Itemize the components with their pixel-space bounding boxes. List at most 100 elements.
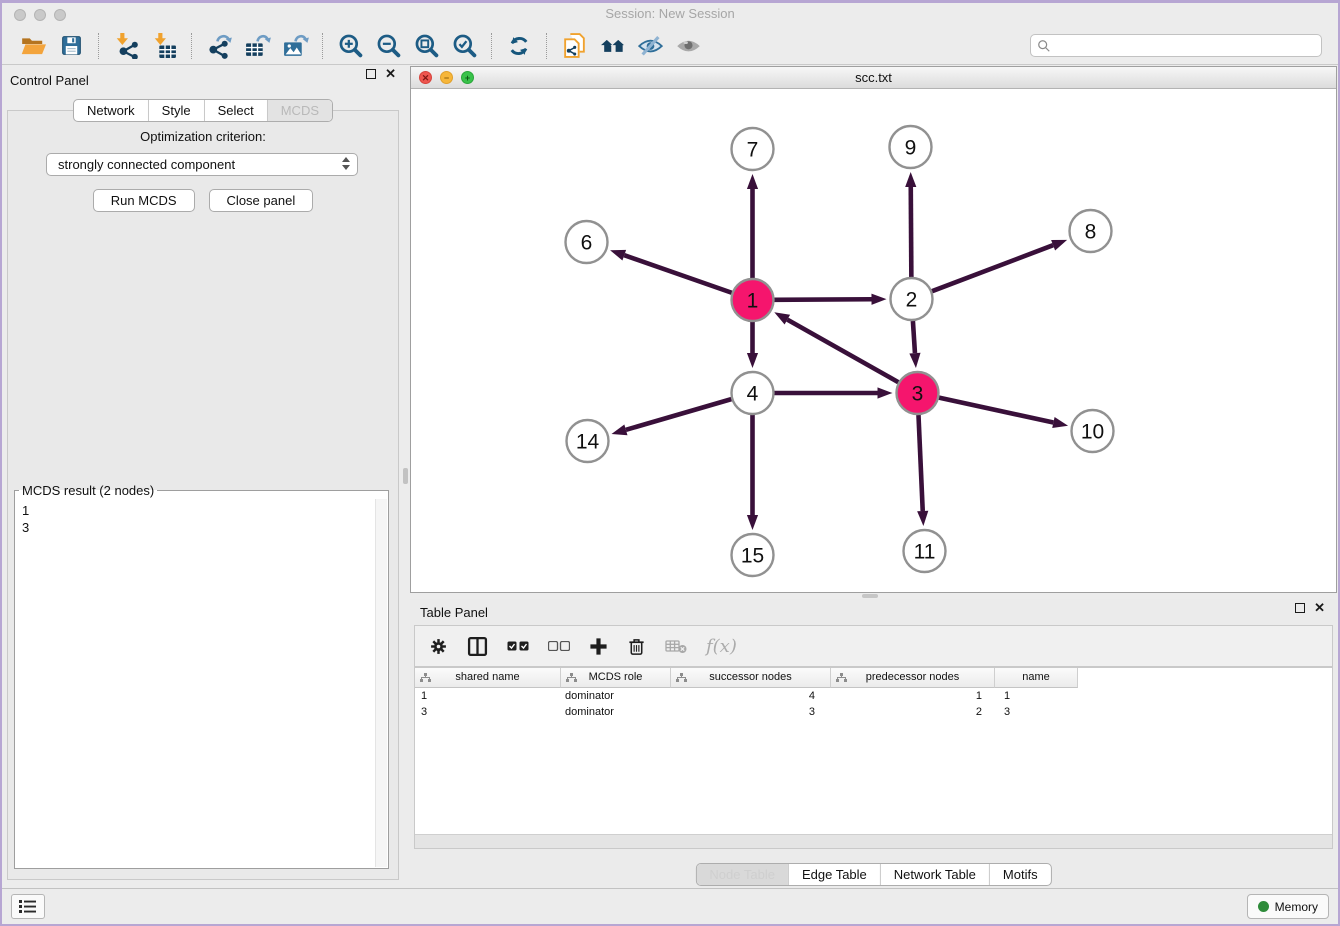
graph-edge-3-10[interactable] — [939, 398, 1068, 428]
column-type-icon — [836, 673, 847, 683]
graph-edge-1-7[interactable] — [747, 174, 758, 278]
table-tab-network-table[interactable]: Network Table — [880, 864, 989, 885]
column-header-successor-nodes[interactable]: successor nodes — [671, 668, 831, 688]
vertical-splitter-handle[interactable] — [403, 468, 408, 484]
column-header-predecessor-nodes[interactable]: predecessor nodes — [831, 668, 995, 688]
graph-edge-3-1[interactable] — [774, 312, 898, 382]
export-image-icon[interactable] — [280, 31, 310, 61]
save-session-icon[interactable] — [56, 31, 86, 61]
tab-mcds[interactable]: MCDS — [267, 100, 332, 121]
tab-style[interactable]: Style — [148, 100, 204, 121]
graph-node-2[interactable]: 2 — [891, 278, 933, 320]
control-panel-tabs: NetworkStyleSelectMCDS — [73, 99, 333, 122]
duplicate-network-icon[interactable] — [559, 31, 589, 61]
memory-button[interactable]: Memory — [1247, 894, 1329, 919]
hide-selected-icon[interactable] — [635, 31, 665, 61]
network-canvas[interactable]: 7 9 6 8 1 2 4 3 14 10 15 11 — [411, 89, 1336, 592]
table-cell[interactable]: dominator — [561, 706, 671, 718]
table-row[interactable]: 1dominator411 — [415, 688, 1332, 704]
table-cell[interactable]: 3 — [995, 706, 1078, 718]
search-field[interactable] — [1030, 34, 1322, 57]
export-table-icon[interactable] — [242, 31, 272, 61]
table-tab-node-table[interactable]: Node Table — [696, 864, 788, 885]
table-cell[interactable]: 4 — [671, 690, 831, 702]
zoom-selected-icon[interactable] — [449, 31, 479, 61]
graph-edge-2-9[interactable] — [905, 172, 916, 277]
memory-label: Memory — [1275, 900, 1318, 914]
graph-edge-1-2[interactable] — [774, 294, 886, 305]
control-panel-title: Control Panel — [10, 73, 89, 88]
graph-node-14[interactable]: 14 — [567, 420, 609, 462]
table-cell[interactable]: 1 — [415, 690, 561, 702]
graph-node-10[interactable]: 10 — [1072, 410, 1114, 452]
refresh-icon[interactable] — [504, 31, 534, 61]
zoom-out-icon[interactable] — [373, 31, 403, 61]
run-mcds-button[interactable]: Run MCDS — [93, 189, 195, 212]
graph-node-11[interactable]: 11 — [904, 530, 946, 572]
tab-network[interactable]: Network — [74, 100, 148, 121]
import-network-icon[interactable] — [111, 31, 141, 61]
network-view-window: ✕ − + scc.txt 7 9 6 8 1 2 4 3 14 10 15 11 — [410, 66, 1337, 593]
show-all-icon[interactable] — [673, 31, 703, 61]
table-cell[interactable]: 2 — [831, 706, 995, 718]
column-header-MCDS-role[interactable]: MCDS role — [561, 668, 671, 688]
graph-node-4[interactable]: 4 — [732, 372, 774, 414]
gear-icon[interactable] — [429, 637, 448, 656]
result-scrollbar[interactable] — [375, 499, 387, 867]
graph-edge-3-11[interactable] — [917, 415, 928, 526]
graph-edge-2-8[interactable] — [932, 240, 1067, 291]
import-table-icon[interactable] — [149, 31, 179, 61]
columns-icon[interactable] — [467, 636, 488, 657]
close-panel-button[interactable]: Close panel — [209, 189, 314, 212]
graph-node-8[interactable]: 8 — [1070, 210, 1112, 252]
network-graph[interactable]: 7 9 6 8 1 2 4 3 14 10 15 11 — [411, 89, 1336, 592]
table-row[interactable]: 3dominator323 — [415, 704, 1332, 720]
task-history-button[interactable] — [11, 894, 45, 919]
svg-text:3: 3 — [912, 383, 924, 406]
graph-edge-4-15[interactable] — [747, 415, 758, 530]
home-layout-icon[interactable] — [597, 31, 627, 61]
table-tab-edge-table[interactable]: Edge Table — [788, 864, 880, 885]
delete-column-icon[interactable] — [627, 637, 646, 656]
horizontal-splitter-handle[interactable] — [862, 594, 878, 598]
graph-node-1[interactable]: 1 — [732, 279, 774, 321]
search-input[interactable] — [1055, 39, 1315, 53]
table-cell[interactable]: 3 — [415, 706, 561, 718]
table-cell[interactable]: 1 — [995, 690, 1078, 702]
float-panel-icon[interactable] — [366, 69, 376, 79]
add-column-icon[interactable] — [589, 637, 608, 656]
table-cell[interactable]: 1 — [831, 690, 995, 702]
svg-text:2: 2 — [906, 289, 918, 312]
graph-node-15[interactable]: 15 — [732, 534, 774, 576]
close-panel-icon[interactable]: ✕ — [385, 69, 396, 79]
table-hscrollbar[interactable] — [415, 834, 1332, 848]
open-session-icon[interactable] — [18, 31, 48, 61]
network-window-titlebar[interactable]: ✕ − + scc.txt — [411, 67, 1336, 89]
close-table-panel-icon[interactable]: ✕ — [1314, 603, 1325, 613]
float-table-panel-icon[interactable] — [1295, 603, 1305, 613]
column-header-name[interactable]: name — [995, 668, 1078, 688]
graph-node-6[interactable]: 6 — [566, 221, 608, 263]
table-cell[interactable]: 3 — [671, 706, 831, 718]
svg-text:4: 4 — [747, 383, 759, 406]
graph-edge-1-6[interactable] — [610, 250, 732, 293]
table-tab-motifs[interactable]: Motifs — [989, 864, 1051, 885]
select-all-icon[interactable] — [507, 641, 529, 651]
svg-text:6: 6 — [581, 232, 593, 255]
table-cell[interactable]: dominator — [561, 690, 671, 702]
graph-edge-2-3[interactable] — [909, 321, 920, 368]
zoom-fit-icon[interactable] — [411, 31, 441, 61]
column-header-shared-name[interactable]: shared name — [415, 668, 561, 688]
graph-node-7[interactable]: 7 — [732, 128, 774, 170]
node-table: shared nameMCDS rolesuccessor nodesprede… — [414, 667, 1333, 849]
graph-edge-4-3[interactable] — [775, 387, 893, 398]
graph-edge-1-4[interactable] — [747, 322, 758, 368]
graph-node-9[interactable]: 9 — [890, 126, 932, 168]
tab-select[interactable]: Select — [204, 100, 267, 121]
graph-edge-4-14[interactable] — [612, 399, 732, 435]
optimization-select[interactable]: strongly connected component — [46, 153, 358, 176]
deselect-all-icon[interactable] — [548, 641, 570, 651]
zoom-in-icon[interactable] — [335, 31, 365, 61]
graph-node-3[interactable]: 3 — [897, 372, 939, 414]
export-network-icon[interactable] — [204, 31, 234, 61]
